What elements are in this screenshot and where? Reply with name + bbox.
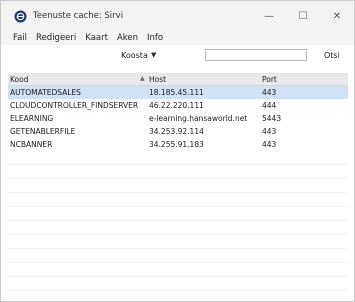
empty-row [8, 249, 348, 263]
data-grid[interactable]: Kood ▲ Host Port AUTOMATEDSALES 18.185.4… [8, 73, 348, 296]
empty-row [8, 277, 348, 291]
search-label: Otsi [324, 51, 340, 60]
menu-info[interactable]: Info [147, 33, 163, 43]
cell-port: 444 [262, 101, 277, 110]
window-title: Teenuste cache: Sirvi [33, 11, 124, 21]
column-header-host[interactable]: Host [149, 75, 166, 84]
cell-code: NCBANNER [10, 140, 53, 149]
empty-row [8, 151, 348, 165]
app-window: Teenuste cache: Sirvi — ☐ ✕ Fail Redigee… [0, 0, 355, 302]
cell-code: AUTOMATEDSALES [10, 88, 81, 97]
empty-row [8, 221, 348, 235]
search-input[interactable] [205, 49, 307, 61]
menu-file[interactable]: Fail [13, 33, 27, 43]
cell-code: GETENABLERFILE [10, 127, 76, 136]
grid-header: Kood ▲ Host Port [8, 74, 348, 86]
cell-code: CLOUDCONTROLLER_FINDSERVER [10, 101, 139, 110]
sort-dropdown[interactable]: Koosta [121, 51, 148, 60]
minimize-button[interactable]: — [252, 1, 286, 31]
table-row[interactable]: NCBANNER 34.255.91.183 443 [8, 138, 348, 151]
cell-port: 443 [262, 127, 277, 136]
title-bar[interactable]: Teenuste cache: Sirvi — ☐ ✕ [1, 1, 354, 31]
table-row[interactable]: AUTOMATEDSALES 18.185.45.111 443 [8, 86, 348, 99]
empty-row [8, 207, 348, 221]
status-strip [1, 297, 354, 301]
table-row[interactable]: GETENABLERFILE 34.253.92.114 443 [8, 125, 348, 138]
toolbar: Koosta ▼ Otsi [1, 45, 354, 67]
empty-row [8, 165, 348, 179]
empty-row [8, 263, 348, 277]
cell-host: 34.255.91.183 [149, 140, 204, 149]
cell-port: 443 [262, 88, 277, 97]
menu-card[interactable]: Kaart [85, 33, 108, 43]
cell-host: 34.253.92.114 [149, 127, 204, 136]
cell-port: 5443 [262, 114, 282, 123]
table-row[interactable]: CLOUDCONTROLLER_FINDSERVER 46.22.220.111… [8, 99, 348, 112]
menu-window[interactable]: Aken [117, 33, 138, 43]
cell-host: e-learning.hansaworld.net [149, 114, 248, 123]
empty-row [8, 235, 348, 249]
cell-code: ELEARNING [10, 114, 54, 123]
column-header-port[interactable]: Port [262, 75, 277, 84]
column-header-code[interactable]: Kood [10, 75, 28, 84]
cell-host: 46.22.220.111 [149, 101, 204, 110]
empty-row [8, 179, 348, 193]
chevron-down-icon[interactable]: ▼ [151, 51, 156, 59]
sort-ascending-icon: ▲ [140, 75, 145, 82]
close-button[interactable]: ✕ [320, 1, 354, 31]
menu-edit[interactable]: Redigeeri [36, 33, 76, 43]
app-globe-icon [13, 9, 27, 23]
table-row[interactable]: ELEARNING e-learning.hansaworld.net 5443 [8, 112, 348, 125]
maximize-button[interactable]: ☐ [286, 1, 320, 31]
menu-bar: Fail Redigeeri Kaart Aken Info [1, 31, 354, 45]
cell-port: 443 [262, 140, 277, 149]
empty-row [8, 193, 348, 207]
cell-host: 18.185.45.111 [149, 88, 204, 97]
